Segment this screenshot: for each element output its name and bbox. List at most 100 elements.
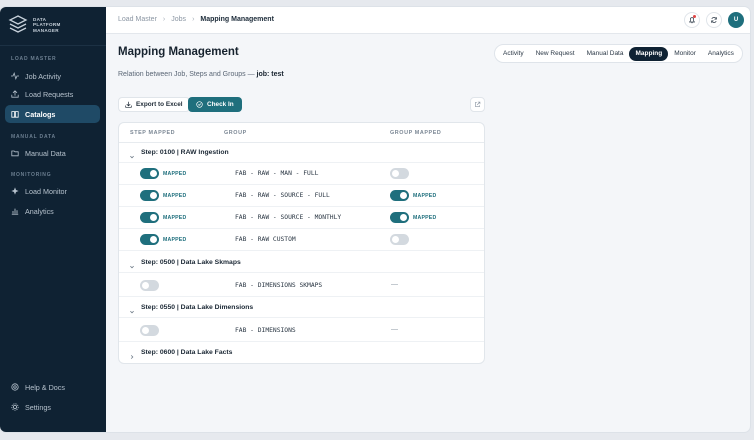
chevron-right-icon[interactable] (128, 348, 136, 359)
tab-activity[interactable]: Activity (497, 47, 530, 61)
group-mapped-toggle[interactable] (390, 212, 409, 223)
check-circle-icon (196, 101, 203, 108)
group-mapped-toggle[interactable] (390, 190, 409, 201)
step-title: Step: 0550 | Data Lake Dimensions (141, 304, 254, 311)
refresh-icon (711, 17, 717, 23)
section-manual-data: MANUAL DATA (11, 134, 56, 140)
group-mapped-label: MAPPED (413, 215, 437, 221)
sidebar-item-load-monitor[interactable]: Load Monitor (5, 182, 100, 200)
sidebar-item-label: Manual Data (25, 148, 66, 158)
step-mapped-toggle[interactable] (140, 280, 159, 291)
notifications-button[interactable] (684, 12, 700, 28)
sidebar-item-label: Catalogs (25, 109, 56, 119)
tab-analytics[interactable]: Analytics (702, 47, 740, 61)
sidebar-item-label: Load Monitor (25, 186, 67, 196)
group-name: FAB - RAW - MAN - FULL (235, 170, 319, 177)
topbar: Load Master › Jobs › Mapping Management … (106, 7, 750, 34)
topbar-actions: U (684, 12, 744, 28)
compass-icon (11, 187, 19, 195)
sidebar: DATA PLATFORM MANAGER LOAD MASTER Job Ac… (0, 7, 106, 432)
logo-line-3: MANAGER (33, 27, 59, 33)
group-mapped-empty: — (391, 281, 398, 288)
chevron-down-icon[interactable] (128, 258, 136, 269)
sidebar-item-label: Load Requests (25, 89, 74, 99)
step-group-row[interactable]: Step: 0500 | Data Lake Skmaps (119, 253, 484, 273)
sidebar-item-manual-data[interactable]: Manual Data (5, 144, 100, 162)
sidebar-item-label: Analytics (25, 206, 54, 216)
step-group-row[interactable]: Step: 0600 | Data Lake Facts (119, 343, 484, 363)
header-group: GROUP (224, 130, 247, 136)
help-icon (11, 383, 19, 391)
tab-bar: Activity New Request Manual Data Mapping… (494, 44, 743, 63)
tab-manual-data[interactable]: Manual Data (581, 47, 630, 61)
sidebar-item-label: Help & Docs (25, 382, 65, 392)
page-title: Mapping Management (118, 46, 239, 58)
table-row: FAB - DIMENSIONS — (119, 320, 484, 342)
chevron-down-icon[interactable] (128, 303, 136, 314)
logo-line-2: PLATFORM (33, 22, 61, 28)
step-mapped-toggle[interactable] (140, 168, 159, 179)
sidebar-item-help-docs[interactable]: Help & Docs (5, 378, 100, 396)
breadcrumb-load-master[interactable]: Load Master (118, 16, 157, 23)
header-group-mapped: GROUP MAPPED (390, 130, 442, 136)
breadcrumb-separator-icon: › (162, 16, 166, 23)
sidebar-item-load-requests[interactable]: Load Requests (5, 85, 100, 103)
step-mapped-toggle[interactable] (140, 234, 159, 245)
step-mapped-toggle[interactable] (140, 212, 159, 223)
group-mapped-toggle[interactable] (390, 168, 409, 179)
table-row: MAPPED FAB - RAW CUSTOM (119, 229, 484, 251)
table-header: STEP MAPPED GROUP GROUP MAPPED (119, 123, 484, 143)
sidebar-item-settings[interactable]: Settings (5, 398, 100, 416)
avatar[interactable]: U (728, 12, 744, 28)
chevron-down-icon[interactable] (128, 148, 136, 159)
table-row: MAPPED FAB - RAW - SOURCE - FULL MAPPED (119, 185, 484, 207)
group-name: FAB - RAW CUSTOM (235, 236, 296, 243)
sidebar-divider (0, 45, 106, 46)
app-logo[interactable]: DATA PLATFORM MANAGER (8, 15, 61, 35)
step-title: Step: 0600 | Data Lake Facts (141, 349, 233, 356)
breadcrumb-jobs[interactable]: Jobs (171, 16, 186, 23)
group-mapped-label: MAPPED (413, 193, 437, 199)
step-group-row[interactable]: Step: 0550 | Data Lake Dimensions (119, 298, 484, 318)
table-row: FAB - DIMENSIONS SKMAPS — (119, 275, 484, 297)
export-excel-button[interactable]: Export to Excel (118, 97, 190, 112)
folder-icon (11, 149, 19, 157)
page-subtitle: Relation between Job, Steps and Groups —… (118, 71, 284, 78)
step-title: Step: 0500 | Data Lake Skmaps (141, 259, 241, 266)
open-external-button[interactable] (470, 97, 485, 112)
step-mapped-toggle[interactable] (140, 190, 159, 201)
step-mapped-label: MAPPED (163, 237, 187, 243)
sidebar-item-label: Settings (25, 402, 51, 412)
bar-chart-icon (11, 207, 19, 215)
sidebar-item-label: Job Activity (25, 71, 61, 81)
notification-dot (693, 15, 696, 18)
group-mapped-toggle[interactable] (390, 234, 409, 245)
book-icon (11, 110, 19, 118)
external-link-icon (475, 101, 481, 107)
section-monitoring: MONITORING (11, 172, 52, 178)
sidebar-item-analytics[interactable]: Analytics (5, 202, 100, 220)
tab-new-request[interactable]: New Request (530, 47, 581, 61)
breadcrumb-current: Mapping Management (200, 16, 274, 23)
mapping-table: STEP MAPPED GROUP GROUP MAPPED Step: 010… (118, 122, 485, 364)
sidebar-item-catalogs[interactable]: Catalogs (5, 105, 100, 123)
step-mapped-toggle[interactable] (140, 325, 159, 336)
check-in-button[interactable]: Check In (188, 97, 242, 112)
table-row: MAPPED FAB - RAW - SOURCE - MONTHLY MAPP… (119, 207, 484, 229)
group-name: FAB - RAW - SOURCE - MONTHLY (235, 214, 342, 221)
subtitle-job: job: test (256, 71, 284, 78)
upload-icon (11, 90, 19, 98)
sidebar-item-job-activity[interactable]: Job Activity (5, 67, 100, 85)
refresh-button[interactable] (706, 12, 722, 28)
step-group-row[interactable]: Step: 0100 | RAW Ingestion (119, 143, 484, 163)
app-window: DATA PLATFORM MANAGER LOAD MASTER Job Ac… (0, 7, 750, 432)
tab-monitor[interactable]: Monitor (668, 47, 702, 61)
tab-mapping[interactable]: Mapping (629, 46, 669, 61)
check-in-label: Check In (207, 101, 234, 108)
logo-icon (8, 15, 28, 33)
breadcrumb-separator-icon: › (192, 16, 195, 23)
export-excel-label: Export to Excel (136, 101, 183, 108)
group-mapped-empty: — (391, 326, 398, 333)
group-name: FAB - RAW - SOURCE - FULL (235, 192, 330, 199)
gear-icon (11, 403, 19, 411)
